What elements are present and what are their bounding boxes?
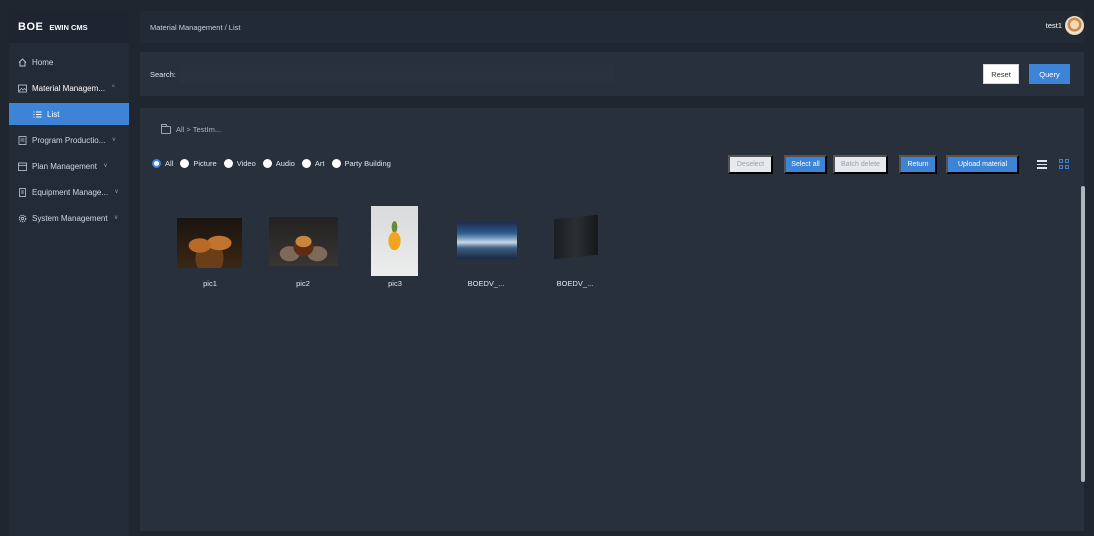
list-icon (33, 110, 42, 119)
document-icon (18, 135, 27, 145)
sidebar-item-home[interactable]: Home (9, 49, 129, 75)
brand-logo: BOE (18, 21, 44, 33)
material-label: pic2 (296, 279, 310, 288)
sidebar-item-label: List (47, 109, 60, 119)
filter-picture[interactable]: Picture (180, 159, 217, 168)
sidebar-item-label: Home (32, 57, 54, 67)
list-view-icon[interactable] (1037, 160, 1047, 169)
material-panel: All > TestIm... All Picture Video Audio … (140, 108, 1084, 531)
sidebar-item-material-management[interactable]: Material Managem... ^ (9, 75, 129, 101)
material-thumbnail-boedv-2[interactable] (554, 214, 598, 260)
filter-video[interactable]: Video (223, 159, 256, 168)
sidebar-item-label: System Management (32, 213, 108, 223)
radio-icon (180, 159, 190, 168)
type-filter: All Picture Video Audio Art Party Buildi… (152, 159, 391, 168)
filter-label: All (165, 159, 174, 168)
filter-label: Audio (275, 159, 295, 168)
material-thumbnail-boedv-1[interactable] (457, 222, 517, 259)
select-all-button[interactable]: Select all (784, 155, 827, 174)
filter-all[interactable]: All (152, 159, 173, 168)
logo: BOE EWIN CMS (9, 11, 129, 43)
image-icon (18, 84, 27, 93)
sidebar-item-label: Plan Management (32, 161, 97, 171)
home-icon (18, 57, 27, 67)
material-thumbnail-pic2[interactable] (269, 217, 338, 266)
filter-label: Party Building (344, 159, 391, 168)
folder-icon (161, 123, 171, 134)
username: test1 (1045, 21, 1062, 30)
folder-path[interactable]: All > TestIm... (176, 125, 221, 134)
material-thumbnail-pic3[interactable] (371, 206, 418, 276)
chevron-up-icon: ^ (111, 85, 115, 91)
chevron-down-icon: v (114, 215, 118, 221)
search-input[interactable] (179, 65, 614, 83)
sidebar-item-label: Program Productio... (32, 135, 106, 145)
filter-label: Art (314, 159, 325, 168)
header: Material Management / List test1 (140, 11, 1084, 43)
query-button[interactable]: Query (1029, 64, 1070, 84)
product-name: EWIN CMS (49, 22, 88, 32)
scrollbar[interactable] (1081, 186, 1085, 482)
search-panel: Search: Reset Query (140, 52, 1084, 96)
chevron-down-icon: v (115, 189, 119, 195)
sidebar-item-list[interactable]: List (9, 103, 129, 125)
radio-icon (301, 159, 311, 168)
material-label: BOEDV_... (556, 279, 594, 288)
filter-label: Video (236, 159, 256, 168)
material-label: pic3 (388, 279, 402, 288)
calendar-icon (18, 162, 27, 171)
material-label: pic1 (203, 279, 217, 288)
folder-breadcrumb[interactable]: All > TestIm... (161, 123, 221, 134)
filter-art[interactable]: Art (301, 159, 325, 168)
chevron-down-icon: v (103, 163, 107, 169)
breadcrumb: Material Management / List (150, 22, 241, 32)
batch-delete-button[interactable]: Batch delete (833, 155, 888, 174)
material-thumbnail-pic1[interactable] (177, 218, 242, 268)
material-label: BOEDV_... (467, 279, 505, 288)
deselect-button[interactable]: Deselect (728, 155, 773, 174)
sidebar-item-program-production[interactable]: Program Productio... v (9, 127, 129, 153)
gear-icon (18, 214, 27, 223)
radio-icon (262, 159, 272, 168)
filter-party-building[interactable]: Party Building (331, 159, 391, 168)
grid-view-icon[interactable] (1059, 159, 1069, 169)
filter-label: Picture (193, 159, 217, 168)
sidebar-item-system-management[interactable]: System Management v (9, 205, 129, 231)
chevron-down-icon: v (112, 137, 116, 143)
avatar[interactable] (1065, 16, 1084, 35)
return-button[interactable]: Return (899, 155, 937, 174)
user-menu[interactable]: test1 (1046, 16, 1084, 35)
radio-icon (223, 159, 233, 168)
sidebar-item-equipment-management[interactable]: Equipment Manage... v (9, 179, 129, 205)
sidebar: BOE EWIN CMS Home Material Managem... ^ … (9, 11, 129, 536)
reset-button[interactable]: Reset (983, 64, 1019, 84)
device-icon (18, 187, 27, 197)
upload-material-button[interactable]: Upload material (946, 155, 1019, 174)
filter-audio[interactable]: Audio (262, 159, 295, 168)
sidebar-item-label: Equipment Manage... (32, 187, 109, 197)
radio-checked-icon (152, 159, 161, 168)
radio-icon (331, 159, 341, 168)
sidebar-item-plan-management[interactable]: Plan Management v (9, 153, 129, 179)
sidebar-item-label: Material Managem... (32, 83, 105, 93)
search-label: Search: (150, 69, 176, 79)
